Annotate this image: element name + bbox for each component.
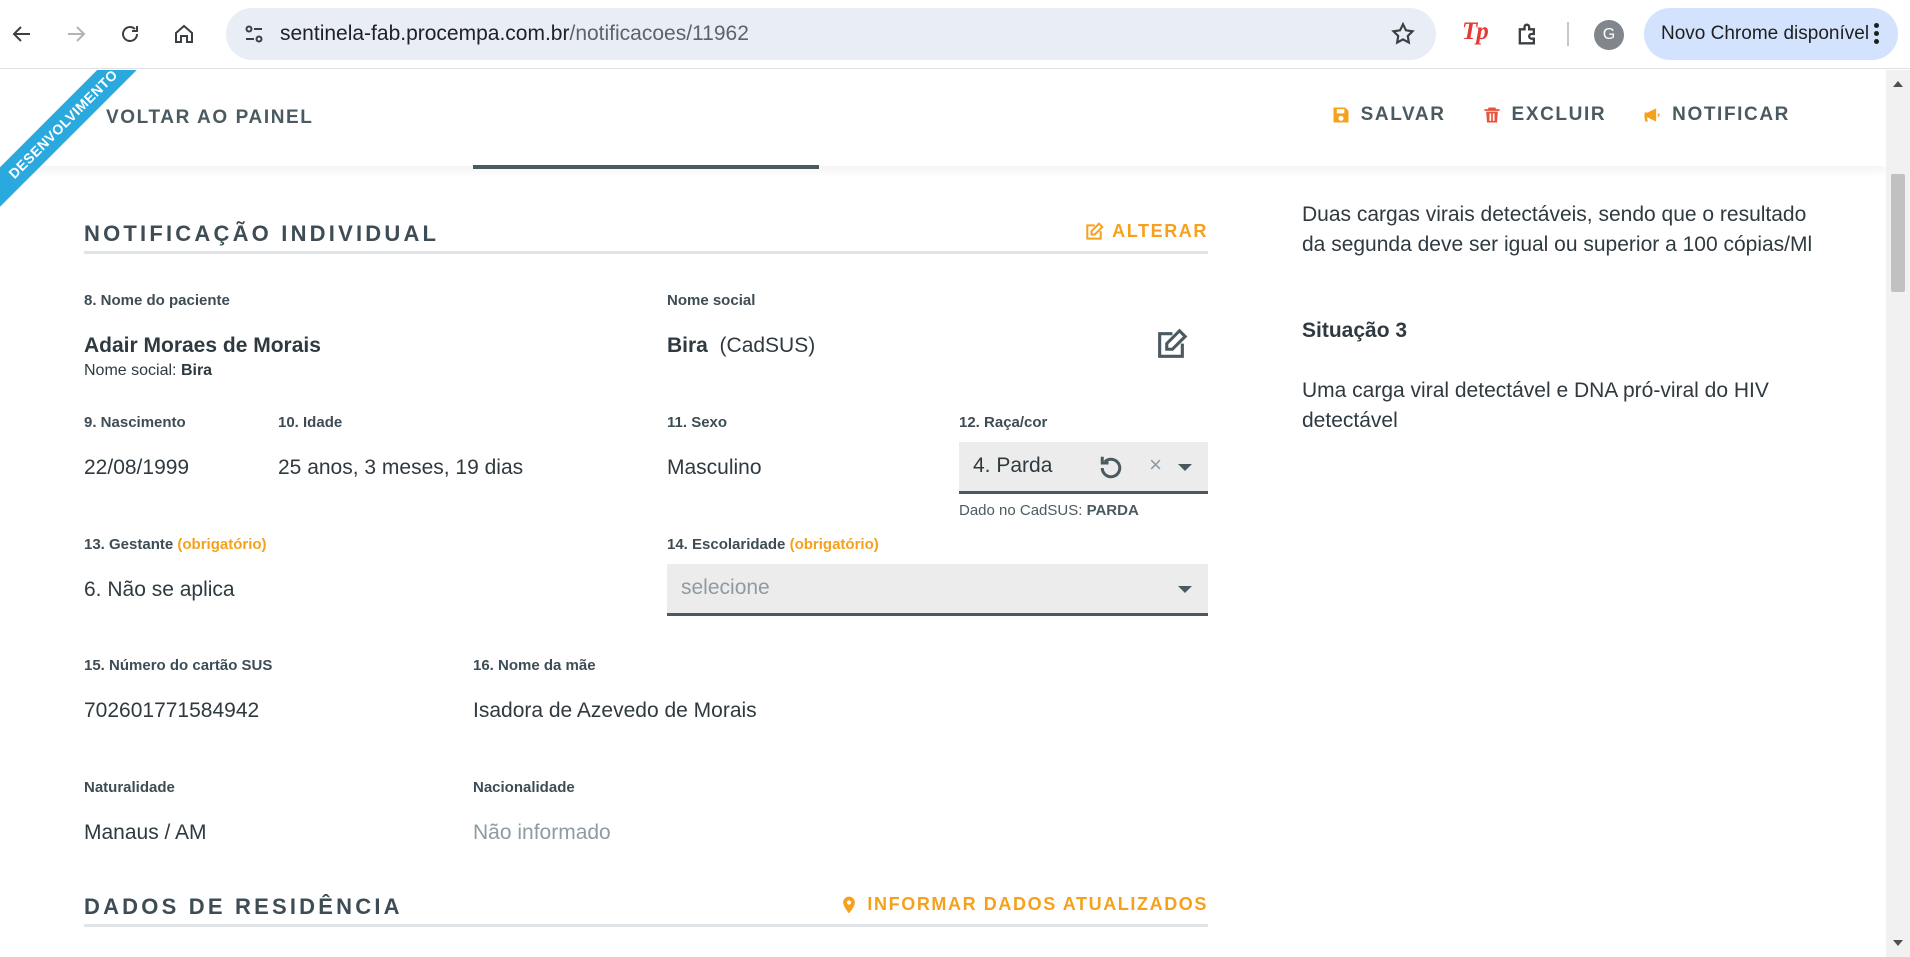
page-scrollbar[interactable] <box>1886 70 1910 957</box>
url-text[interactable]: sentinela-fab.procempa.com.br/notificaco… <box>280 8 749 60</box>
edit-icon <box>1086 221 1104 240</box>
back-arrow-icon[interactable] <box>2 14 42 54</box>
mother-name-label: 16. Nome da mãe <box>473 657 596 674</box>
nationality: Não informado <box>473 821 611 844</box>
update-address-button[interactable]: INFORMAR DADOS ATUALIZADOS <box>839 894 1208 915</box>
map-pin-icon <box>843 896 856 913</box>
kebab-menu-icon[interactable] <box>1874 23 1880 45</box>
update-label: Novo Chrome disponível <box>1661 23 1870 44</box>
home-icon[interactable] <box>164 14 204 54</box>
header-actions: SALVAR EXCLUIR NOTIFICAR <box>1331 104 1790 126</box>
reset-icon[interactable] <box>1096 453 1126 483</box>
extensions-puzzle-icon[interactable] <box>1514 20 1542 48</box>
save-button[interactable]: SALVAR <box>1331 104 1446 126</box>
clear-icon[interactable]: × <box>1149 452 1162 478</box>
chevron-down-icon[interactable] <box>1178 586 1192 593</box>
environment-ribbon: DESENVOLVIMENTO <box>0 70 155 216</box>
chrome-update-button[interactable]: Novo Chrome disponível <box>1644 8 1898 60</box>
delete-button[interactable]: EXCLUIR <box>1482 104 1607 126</box>
section-title-residencia: DADOS DE RESIDÊNCIA <box>84 894 403 919</box>
trash-icon <box>1484 107 1500 123</box>
delete-label: EXCLUIR <box>1511 104 1607 125</box>
save-icon <box>1333 107 1349 123</box>
race-cadsus-hint: Dado no CadSUS: PARDA <box>959 502 1139 519</box>
alter-label: ALTERAR <box>1112 221 1208 241</box>
situacao-2-text: Duas cargas virais detectáveis, sendo qu… <box>1302 203 1813 256</box>
race-select[interactable]: 4. Parda × <box>959 442 1208 494</box>
alter-button[interactable]: ALTERAR <box>1084 221 1208 242</box>
education-placeholder: selecione <box>681 576 770 599</box>
patient-name-label: 8. Nome do paciente <box>84 292 230 309</box>
scroll-down-icon[interactable] <box>1893 940 1903 946</box>
age-label: 10. Idade <box>278 414 343 431</box>
age: 25 anos, 3 meses, 19 dias <box>278 456 524 479</box>
update-address-label: INFORMAR DADOS ATUALIZADOS <box>867 894 1208 914</box>
toolbar-divider <box>1567 22 1569 46</box>
race-selected-value: 4. Parda <box>973 454 1053 477</box>
birth-date: 22/08/1999 <box>84 456 190 479</box>
bookmark-star-icon[interactable] <box>1390 21 1416 47</box>
social-name-label: Nome social <box>667 292 756 309</box>
app-header: DESENVOLVIMENTO VOLTAR AO PAINEL SALVAR … <box>0 70 1886 216</box>
scroll-up-icon[interactable] <box>1893 81 1903 87</box>
sus-card-label: 15. Número do cartão SUS <box>84 657 273 674</box>
birthplace-label: Naturalidade <box>84 779 175 796</box>
education-label: 14. Escolaridade (obrigatório) <box>667 536 879 553</box>
site-settings-icon[interactable] <box>242 22 266 46</box>
browser-toolbar: sentinela-fab.procempa.com.br/notificaco… <box>0 0 1910 69</box>
profile-avatar[interactable]: G <box>1594 20 1624 50</box>
scrollbar-thumb[interactable] <box>1891 174 1905 292</box>
situacao-3-text: Uma carga viral detectável e DNA pró-vir… <box>1302 379 1769 432</box>
race-label: 12. Raça/cor <box>959 414 1048 431</box>
sex: Masculino <box>667 456 762 479</box>
app-viewport: DESENVOLVIMENTO VOLTAR AO PAINEL SALVAR … <box>0 70 1886 957</box>
education-select[interactable]: selecione <box>667 564 1208 616</box>
patient-name: Adair Moraes de Morais <box>84 334 321 357</box>
situacao-3-title: Situação 3 <box>1302 319 1408 342</box>
social-name-inline: Nome social: Bira <box>84 362 213 379</box>
mother-name: Isadora de Azevedo de Morais <box>473 699 757 722</box>
section-divider <box>84 924 1208 927</box>
edit-social-name-icon[interactable] <box>1154 328 1188 362</box>
save-label: SALVAR <box>1360 104 1446 125</box>
notify-label: NOTIFICAR <box>1672 104 1790 125</box>
section-divider <box>84 251 1208 254</box>
pregnant-label: 13. Gestante (obrigatório) <box>84 536 267 553</box>
megaphone-icon <box>1644 108 1660 122</box>
chevron-down-icon[interactable] <box>1178 464 1192 471</box>
tp-extension-icon[interactable]: Tp <box>1462 18 1489 46</box>
address-bar[interactable]: sentinela-fab.procempa.com.br/notificaco… <box>226 8 1436 60</box>
sex-label: 11. Sexo <box>667 414 728 431</box>
birth-date-label: 9. Nascimento <box>84 414 186 431</box>
notify-button[interactable]: NOTIFICAR <box>1642 104 1790 126</box>
section-title-notificacao: NOTIFICAÇÃO INDIVIDUAL <box>84 221 440 246</box>
sus-card-number: 702601771584942 <box>84 699 260 722</box>
reload-icon[interactable] <box>110 14 150 54</box>
birthplace: Manaus / AM <box>84 821 207 844</box>
forward-arrow-icon[interactable] <box>56 14 96 54</box>
active-tab-indicator <box>473 165 819 169</box>
nationality-label: Nacionalidade <box>473 779 575 796</box>
back-to-panel-link[interactable]: VOLTAR AO PAINEL <box>106 107 314 129</box>
social-name-value: Bira (CadSUS) <box>667 334 816 357</box>
pregnant: 6. Não se aplica <box>84 578 235 601</box>
